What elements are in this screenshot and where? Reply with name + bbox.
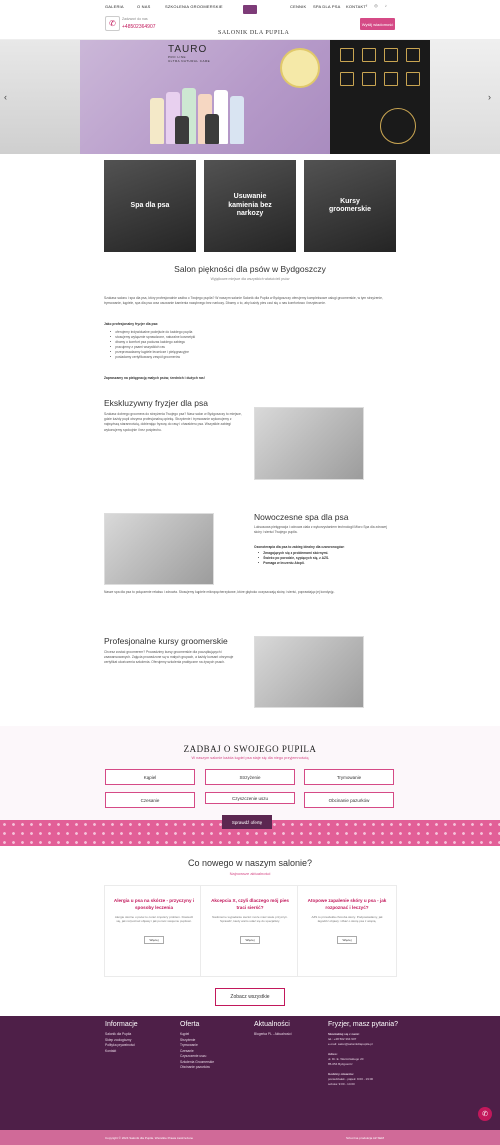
category-haircut[interactable]: Strzyżenie: [205, 769, 295, 785]
news-title: Co nowego w naszym salonie?: [187, 858, 313, 868]
logo[interactable]: SALONIK DLA PUPILA: [218, 5, 289, 36]
news-card[interactable]: Alergia u psa na skórze - przyczyny i sp…: [104, 885, 204, 977]
news-subtitle: Najnowsze aktualności: [229, 871, 271, 876]
phone-icon[interactable]: ✆: [105, 16, 120, 31]
copyright-text: Copyright © 2024 Salonik dla Pupila. Wsz…: [105, 1136, 194, 1140]
created-by-seal-icon: [380, 108, 416, 144]
send-message-button[interactable]: Wyślij wiadomość: [360, 18, 395, 30]
section-groomer-text: Szukasz dobrego groomera do strzyżenia T…: [104, 412, 242, 432]
section-spa-list: Zmagających się z problemami skórnymi.Św…: [258, 551, 398, 566]
category-nail-trim[interactable]: Obcinanie pazurków: [304, 792, 394, 808]
read-more-button[interactable]: Więcej: [337, 935, 357, 944]
read-more-button[interactable]: Więcej: [144, 935, 164, 944]
footer-offer-links[interactable]: Kąpiel Strzyżenie Trymowanie Czesanie Czyszc…: [180, 1032, 214, 1071]
nav-gallery[interactable]: GALERIA: [105, 4, 124, 9]
section-courses-text: Chcesz zostać groomerem? Prowadzimy kurs…: [104, 650, 234, 665]
section-groomer-title: Ekskluzywny fryzjer dla psa: [104, 398, 208, 408]
social-icons[interactable]: f ◎ ♪: [366, 3, 390, 8]
tile-courses[interactable]: Kursy groomerskie: [304, 160, 396, 252]
copyright-bar: Copyright © 2024 Salonik dla Pupila. Wsz…: [0, 1130, 500, 1145]
footer-news-title: Aktualności: [254, 1021, 290, 1028]
intro-closing: Zapraszamy na pielęgnację małych psów, ś…: [104, 376, 205, 380]
spa-photo: [104, 513, 214, 585]
hero-image-ingredients: [330, 40, 430, 154]
intro-subtitle: Wyjątkowe miejsce dla wszystkich właścic…: [210, 277, 290, 281]
news-card-title[interactable]: Akcepcia X, czyli dlaczego mój pies trac…: [201, 886, 299, 911]
news-card-excerpt: Nadmierne wypadanie sierści może mieć wi…: [212, 915, 288, 924]
top-navigation: GALERIA O NAS SZKOLENIA GROOMERSKIE CENN…: [0, 0, 500, 40]
footer-news-links[interactable]: Blogerka PL - Aktualności: [254, 1032, 291, 1038]
nav-courses[interactable]: SZKOLENIA GROOMERSKIE: [165, 4, 223, 9]
prev-slide-icon[interactable]: ‹: [4, 92, 7, 102]
intro-list-title: Jako profesjonalny fryzjer dla psa:: [104, 322, 159, 326]
section-spa-list-title: Ozonoterapia dla psa to zabieg idealny d…: [254, 545, 345, 549]
intro-title: Salon piękności dla psów w Bydgoszczy: [174, 264, 326, 274]
phone-number[interactable]: +48502364907: [122, 24, 156, 30]
section-spa-text: Luksusowa pielęgnacja i odnowa ciała z w…: [254, 525, 387, 535]
logo-text: SALONIK DLA PUPILA: [218, 30, 290, 36]
logo-mark-icon: [243, 5, 257, 14]
footer-offer-title: Oferta: [180, 1021, 200, 1028]
intro-list: oferujemy indywidualne podejście do każd…: [110, 330, 390, 360]
groomer-photo: [254, 407, 364, 480]
footer-info-title: Informacje: [105, 1021, 138, 1028]
footer: Informacje Salonik dla Pupila Sklep zoolo…: [0, 1016, 500, 1130]
see-all-button[interactable]: Zobacz wszystkie: [215, 988, 285, 1006]
natural-ingredients-badge-icon: [280, 48, 320, 88]
section-spa-title: Nowoczesne spa dla psa: [254, 512, 349, 522]
call-phone-icon[interactable]: ✆: [478, 1107, 492, 1121]
news-card-title[interactable]: Atopowe zapalenie skóry u psa - jak rozp…: [298, 886, 396, 911]
read-more-button[interactable]: Więcej: [240, 935, 260, 944]
hero-slider: TAURO PRO LINE ULTRA NATURAL CARE ‹ ›: [0, 40, 500, 154]
category-ear-cleaning[interactable]: Czyszczenie uszu: [205, 792, 295, 804]
category-bath[interactable]: Kąpiel: [105, 769, 195, 785]
news-card[interactable]: Akcepcia X, czyli dlaczego mój pies trac…: [200, 885, 300, 977]
next-slide-icon[interactable]: ›: [488, 92, 491, 102]
check-offer-button[interactable]: Sprawdź ofertę: [222, 815, 272, 829]
nav-about[interactable]: O NAS: [137, 4, 150, 9]
footer-contact-info: Skontaktuj się z nami: tel.: +48 502 364 …: [328, 1032, 374, 1086]
category-trimming[interactable]: Trymowanie: [304, 769, 394, 785]
news-card-title[interactable]: Alergia u psa na skórze - przyczyny i sp…: [105, 886, 203, 911]
news-card-excerpt: AZS to przewlekła choroba skóry. Podpowi…: [311, 915, 383, 924]
news-card[interactable]: Atopowe zapalenie skóry u psa - jak rozp…: [297, 885, 397, 977]
categories-subtitle: W naszym salonie każda kąpiel psa staje …: [191, 756, 309, 760]
categories-title: ZADBAJ O SWOJEGO PUPILA: [183, 744, 317, 754]
footer-contact-title: Fryzjer, masz pytania?: [328, 1021, 399, 1028]
intro-paragraph: Szukasz salonu i spa dla psa, który prof…: [104, 296, 383, 306]
courses-photo: [254, 636, 364, 708]
nav-contact[interactable]: KONTAKT: [346, 4, 366, 9]
brand-logo: TAURO PRO LINE ULTRA NATURAL CARE: [168, 44, 211, 63]
footer-info-links[interactable]: Salonik dla Pupila Sklep zoologiczny Polit…: [105, 1032, 135, 1054]
hero-image-left: [0, 40, 80, 154]
phone-label: Zadzwoń do nas: [122, 17, 148, 21]
hero-image-products: TAURO PRO LINE ULTRA NATURAL CARE: [80, 40, 330, 154]
nav-pricing[interactable]: CENNIK: [290, 4, 306, 9]
category-brushing[interactable]: Czesanie: [105, 792, 195, 808]
tile-tartar-removal[interactable]: Usuwanie kamienia bez narkozy: [204, 160, 296, 252]
nav-spa[interactable]: SPA DLA PSA: [313, 4, 340, 9]
credit-text[interactable]: Sztuczna produkcja AZ SEM: [346, 1136, 384, 1140]
tile-spa[interactable]: Spa dla psa: [104, 160, 196, 252]
section-spa-after: Nasze spa dla psa to połączenie relaksu …: [104, 590, 335, 594]
section-courses-title: Profesjonalne kursy groomerskie: [104, 636, 228, 646]
news-card-excerpt: Alergie skórne u psów to coraz częstszy …: [114, 915, 194, 924]
